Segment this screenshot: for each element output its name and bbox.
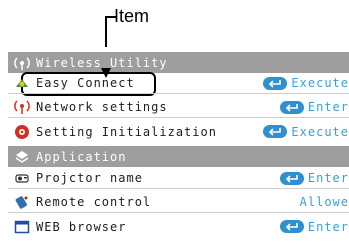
menu-item-projector-name[interactable]: Projctor name Enter — [8, 168, 349, 189]
action-label: Enter — [307, 171, 349, 185]
callout-label: Item — [114, 6, 150, 26]
reset-icon — [14, 124, 30, 140]
enter-action[interactable]: Enter — [279, 219, 349, 234]
menu-item-label: WEB browser — [36, 219, 127, 234]
section-header-label: Application — [36, 149, 127, 164]
browser-icon — [14, 219, 30, 235]
callout-arrowhead — [101, 68, 111, 78]
application-icon — [14, 149, 30, 165]
callout-leader-horizontal — [106, 16, 116, 18]
enter-key-icon — [279, 220, 304, 233]
action-label: Execute — [291, 124, 349, 139]
section-header-wireless-utility: Wireless Utility — [8, 52, 349, 73]
menu-item-label: Setting Initialization — [36, 124, 217, 139]
menu-item-label: Remote control — [36, 195, 152, 209]
execute-action[interactable]: Execute — [263, 76, 349, 90]
menu-item-network-settings[interactable]: Network settings Enter — [8, 97, 349, 118]
enter-key-icon — [279, 100, 304, 114]
remote-icon — [14, 194, 30, 210]
menu-item-setting-initialization[interactable]: Setting Initialization Execute — [8, 121, 349, 142]
action-label: Execute — [291, 76, 349, 90]
antenna-icon — [14, 55, 30, 71]
menu-item-label: Easy Connect — [36, 76, 135, 90]
enter-action[interactable]: Enter — [279, 171, 349, 185]
menu-item-easy-connect[interactable]: Easy Connect Execute — [8, 73, 349, 94]
section-header-application: Application — [8, 146, 349, 167]
connect-icon — [14, 75, 30, 91]
enter-action[interactable]: Enter — [279, 100, 349, 114]
enter-key-icon — [263, 76, 288, 90]
menu-item-remote-control[interactable]: Remote control Allowe — [8, 192, 349, 213]
enter-key-icon — [263, 125, 288, 138]
enter-key-icon — [279, 171, 304, 185]
projector-icon — [14, 170, 30, 186]
section-header-label: Wireless Utility — [36, 55, 168, 70]
menu-item-label: Network settings — [36, 100, 168, 114]
action-label: Enter — [307, 100, 349, 114]
remote-control-value[interactable]: Allowe — [300, 195, 349, 209]
action-label: Enter — [307, 219, 349, 234]
execute-action[interactable]: Execute — [263, 125, 349, 139]
menu-item-label: Projctor name — [36, 171, 143, 185]
network-icon — [14, 99, 30, 115]
menu-item-web-browser[interactable]: WEB browser Enter — [8, 216, 349, 237]
